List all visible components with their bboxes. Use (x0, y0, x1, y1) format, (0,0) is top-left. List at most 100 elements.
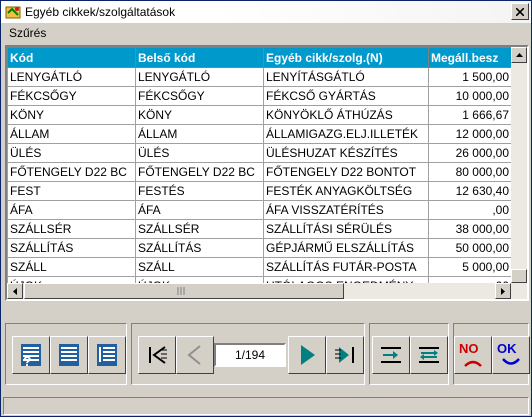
cell-megall-besz[interactable]: 10 000,00 (428, 86, 512, 106)
table-row[interactable]: ÜLÉS ÜLÉS ÜLÉSHUZAT KÉSZÍTÉS 26 000,00 (7, 143, 512, 163)
record-view-button[interactable] (88, 336, 126, 374)
column-header-egyeb-cikk[interactable]: Egyéb cikk/szolg.(N) (263, 47, 429, 68)
details-button[interactable]: ? (12, 336, 50, 374)
insert-record-button[interactable] (372, 336, 410, 374)
table-row[interactable]: ÁFA ÁFA ÁFA VISSZATÉRÍTÉS ,00 (7, 200, 512, 220)
column-header-megall-besz[interactable]: Megáll.besz (428, 47, 512, 68)
cell-megall-besz[interactable]: 1 666,67 (428, 105, 512, 125)
menu-bar: Szűrés (1, 23, 531, 43)
details-icon: ? (21, 344, 41, 369)
scroll-thumb[interactable] (511, 269, 527, 283)
previous-icon (187, 345, 201, 365)
grid-header-row: Kód Belső kód Egyéb cikk/szolg.(N) Megál… (7, 47, 512, 68)
close-icon (516, 7, 524, 16)
frown-face-icon: NO (459, 341, 482, 367)
cell-belso-kod[interactable]: KÖNY (135, 105, 264, 125)
cell-kod[interactable]: KÖNY (7, 105, 136, 125)
cell-egyeb-cikk[interactable]: GÉPJÁRMŰ ELSZÁLLÍTÁS (263, 238, 429, 258)
cell-megall-besz[interactable]: ,00 (428, 200, 512, 220)
grid-body: LENYGÁTLÓ LENYGÁTLÓ LENYÍTÁSGÁTLÓ 1 500,00 F… (7, 67, 512, 299)
scroll-up-button[interactable] (511, 47, 527, 63)
horizontal-scrollbar[interactable] (7, 283, 527, 299)
cell-egyeb-cikk[interactable]: SZÁLLÍTÁSI SÉRÜLÉS (263, 219, 429, 239)
title-bar[interactable]: Egyéb cikkek/szolgáltatások (1, 1, 531, 23)
cell-kod[interactable]: FŐTENGELY D22 BC (7, 162, 136, 182)
list-view-button[interactable] (50, 336, 88, 374)
table-row[interactable]: LENYGÁTLÓ LENYGÁTLÓ LENYÍTÁSGÁTLÓ 1 500,00 (7, 67, 512, 87)
cell-egyeb-cikk[interactable]: SZÁLLÍTÁS FUTÁR-POSTA (263, 257, 429, 277)
column-header-kod[interactable]: Kód (7, 47, 136, 68)
scroll-right-button[interactable] (495, 283, 511, 299)
first-record-icon (149, 346, 167, 364)
cell-kod[interactable]: SZÁLLSÉR (7, 219, 136, 239)
dialog-buttons-group: NO OK (453, 323, 530, 385)
app-icon (5, 6, 21, 19)
cancel-button[interactable]: NO (454, 336, 492, 374)
menu-item-szures[interactable]: Szűrés (1, 26, 54, 40)
cell-megall-besz[interactable]: 1 500,00 (428, 67, 512, 87)
ok-button[interactable]: OK (492, 336, 530, 374)
cell-belso-kod[interactable]: FÉKCSŐGY (135, 86, 264, 106)
navigation-group: 1/194 (131, 323, 365, 385)
view-buttons-group: ? (5, 323, 127, 385)
cell-megall-besz[interactable]: 12 000,00 (428, 124, 512, 144)
cell-kod[interactable]: FEST (7, 181, 136, 201)
table-row[interactable]: FŐTENGELY D22 BC FŐTENGELY D22 BC FŐTENGEL… (7, 162, 512, 182)
cell-belso-kod[interactable]: LENYGÁTLÓ (135, 67, 264, 87)
cell-egyeb-cikk[interactable]: ÁLLAMIGAZG.ELJ.ILLETÉK (263, 124, 429, 144)
cell-kod[interactable]: ÜLÉS (7, 143, 136, 163)
cell-belso-kod[interactable]: ÜLÉS (135, 143, 264, 163)
last-record-button[interactable] (326, 336, 364, 374)
cell-belso-kod[interactable]: SZÁLLSÉR (135, 219, 264, 239)
close-button[interactable] (511, 3, 529, 20)
cell-megall-besz[interactable]: 12 630,40 (428, 181, 512, 201)
cell-megall-besz[interactable]: 26 000,00 (428, 143, 512, 163)
scroll-left-button[interactable] (7, 283, 23, 299)
cell-belso-kod[interactable]: ÁFA (135, 200, 264, 220)
svg-text:?: ? (23, 353, 32, 369)
cell-egyeb-cikk[interactable]: FŐTENGELY D22 BONTOT (263, 162, 429, 182)
table-row[interactable]: FEST FESTÉS FESTÉK ANYAGKÖLTSÉG 12 630,40 (7, 181, 512, 201)
cell-egyeb-cikk[interactable]: ÁFA VISSZATÉRÍTÉS (263, 200, 429, 220)
table-row[interactable]: ÁLLAM ÁLLAM ÁLLAMIGAZG.ELJ.ILLETÉK 12 000,0… (7, 124, 512, 144)
column-header-belso-kod[interactable]: Belső kód (135, 47, 264, 68)
cell-egyeb-cikk[interactable]: ÜLÉSHUZAT KÉSZÍTÉS (263, 143, 429, 163)
cell-egyeb-cikk[interactable]: FÉKCSŐ GYÁRTÁS (263, 86, 429, 106)
table-row[interactable]: KÖNY KÖNY KÖNYÖKLŐ ÁTHÚZÁS 1 666,67 (7, 105, 512, 125)
cell-megall-besz[interactable]: 50 000,00 (428, 238, 512, 258)
cell-belso-kod[interactable]: SZÁLL (135, 257, 264, 277)
cell-egyeb-cikk[interactable]: LENYÍTÁSGÁTLÓ (263, 67, 429, 87)
table-row[interactable]: SZÁLLÍTÁS SZÁLLÍTÁS GÉPJÁRMŰ ELSZÁLLÍTÁS 50… (7, 238, 512, 258)
cell-kod[interactable]: FÉKCSŐGY (7, 86, 136, 106)
cell-kod[interactable]: ÁLLAM (7, 124, 136, 144)
cell-megall-besz[interactable]: 38 000,00 (428, 219, 512, 239)
arrow-right-icon (501, 287, 505, 295)
next-record-button[interactable] (288, 336, 326, 374)
table-row[interactable]: SZÁLLSÉR SZÁLLSÉR SZÁLLÍTÁSI SÉRÜLÉS 38 000… (7, 219, 512, 239)
hscroll-thumb[interactable] (24, 283, 344, 299)
record-position: 1/194 (214, 343, 286, 367)
cancel-label: NO (459, 341, 479, 356)
cell-belso-kod[interactable]: SZÁLLÍTÁS (135, 238, 264, 258)
grip-icon (177, 287, 185, 295)
previous-record-button[interactable] (176, 336, 214, 374)
cell-egyeb-cikk[interactable]: FESTÉK ANYAGKÖLTSÉG (263, 181, 429, 201)
swap-records-button[interactable] (410, 336, 448, 374)
cell-kod[interactable]: ÁFA (7, 200, 136, 220)
cell-megall-besz[interactable]: 5 000,00 (428, 257, 512, 277)
cell-belso-kod[interactable]: ÁLLAM (135, 124, 264, 144)
first-record-button[interactable] (138, 336, 176, 374)
cell-kod[interactable]: SZÁLL (7, 257, 136, 277)
cell-egyeb-cikk[interactable]: KÖNYÖKLŐ ÁTHÚZÁS (263, 105, 429, 125)
table-row[interactable]: SZÁLL SZÁLL SZÁLLÍTÁS FUTÁR-POSTA 5 000,00 (7, 257, 512, 277)
title-buttons (510, 3, 529, 20)
window-title: Egyéb cikkek/szolgáltatások (25, 5, 176, 19)
cell-belso-kod[interactable]: FŐTENGELY D22 BC (135, 162, 264, 182)
cell-kod[interactable]: LENYGÁTLÓ (7, 67, 136, 87)
table-row[interactable]: FÉKCSŐGY FÉKCSŐGY FÉKCSŐ GYÁRTÁS 10 000,00 (7, 86, 512, 106)
cell-kod[interactable]: SZÁLLÍTÁS (7, 238, 136, 258)
vertical-scrollbar[interactable] (511, 47, 527, 283)
cell-belso-kod[interactable]: FESTÉS (135, 181, 264, 201)
cell-megall-besz[interactable]: 80 000,00 (428, 162, 512, 182)
insert-record-icon (381, 347, 401, 363)
